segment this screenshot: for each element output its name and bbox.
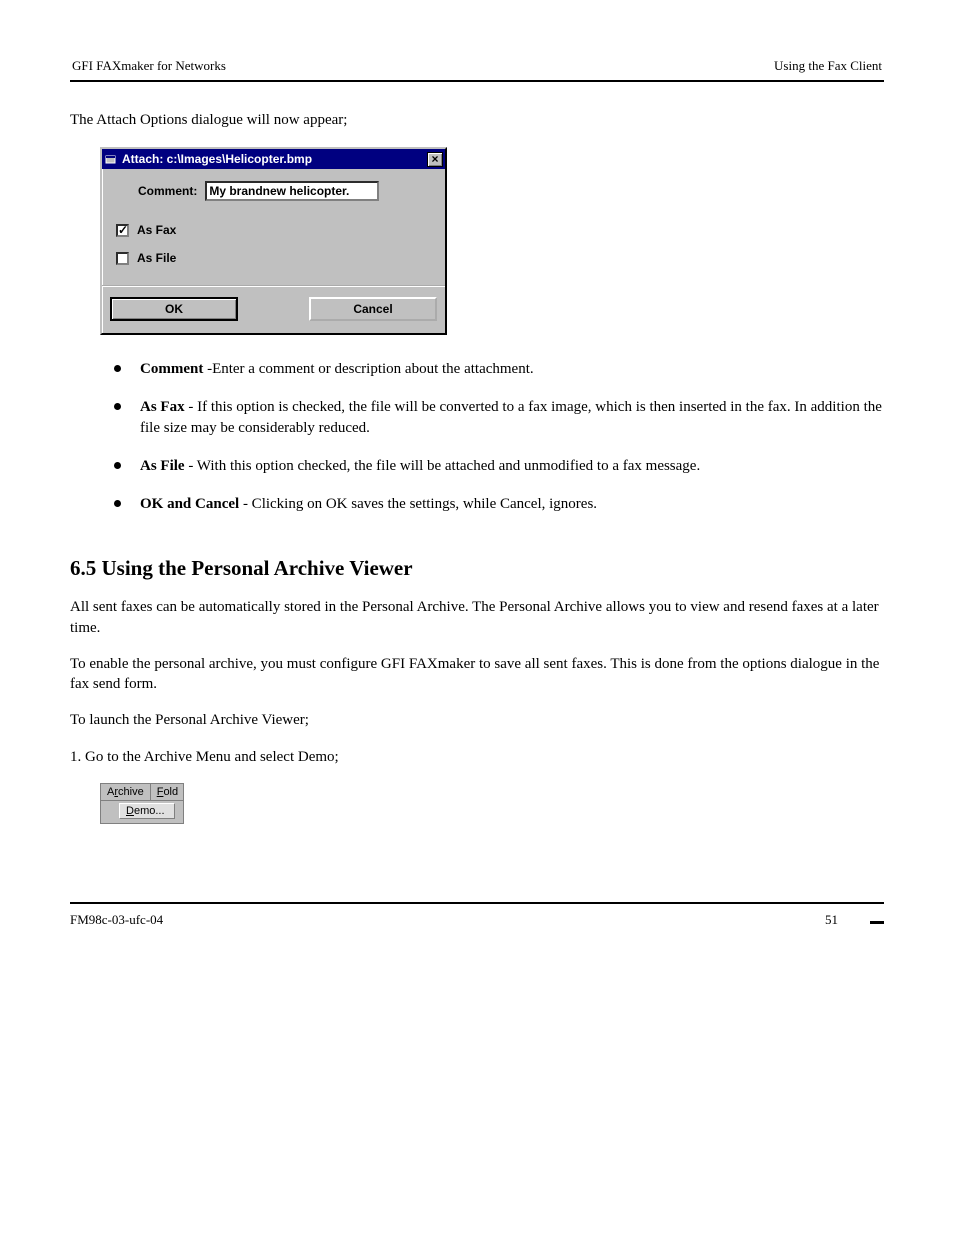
- option-text: - If this option is checked, the file wi…: [140, 399, 882, 435]
- menu-text: old: [163, 786, 178, 798]
- comment-label: Comment:: [138, 184, 197, 198]
- section-paragraph: To launch the Personal Archive Viewer;: [70, 710, 884, 730]
- dialog-buttons: OK Cancel: [102, 285, 445, 333]
- attach-dialog: Attach: c:\Images\Helicopter.bmp × Comme…: [100, 147, 447, 335]
- option-text: - Clicking on OK saves the settings, whi…: [239, 496, 597, 512]
- option-label: OK and Cancel: [140, 496, 239, 512]
- header-left: GFI FAXmaker for Networks: [72, 58, 226, 74]
- option-text: - With this option checked, the file wil…: [185, 458, 701, 474]
- menu-text: emo...: [134, 805, 165, 817]
- as-fax-checkbox[interactable]: [116, 224, 129, 237]
- menu-text: chive: [118, 786, 144, 798]
- as-file-checkbox[interactable]: [116, 252, 129, 265]
- as-file-row[interactable]: As File: [116, 251, 431, 265]
- section-title: Using the Personal Archive Viewer: [96, 556, 412, 580]
- as-fax-row[interactable]: As Fax: [116, 223, 431, 237]
- menu-fold[interactable]: Fold: [150, 784, 184, 800]
- window-icon: [104, 152, 118, 166]
- page-header: GFI FAXmaker for Networks Using the Fax …: [70, 58, 884, 80]
- dialog-body: Comment: As Fax As File: [102, 169, 445, 285]
- page: GFI FAXmaker for Networks Using the Fax …: [0, 0, 954, 968]
- section-paragraph: All sent faxes can be automatically stor…: [70, 597, 884, 638]
- section-step: 1. Go to the Archive Menu and select Dem…: [70, 747, 884, 767]
- close-icon[interactable]: ×: [427, 152, 443, 167]
- menu-accel: D: [126, 805, 134, 817]
- ok-button[interactable]: OK: [110, 297, 238, 321]
- list-item: As File - With this option checked, the …: [114, 456, 884, 476]
- dialog-titlebar[interactable]: Attach: c:\Images\Helicopter.bmp ×: [102, 149, 445, 169]
- page-footer: FM98c-03-ufc-04 51: [70, 904, 884, 928]
- comment-row: Comment:: [116, 181, 431, 201]
- as-fax-label: As Fax: [137, 223, 176, 237]
- page-content: The Attach Options dialogue will now app…: [70, 82, 884, 902]
- archive-menu: Archive Fold Demo...: [100, 783, 184, 824]
- section-number: 6.5: [70, 556, 96, 580]
- option-label: Comment: [140, 361, 203, 377]
- dialog-title: Attach: c:\Images\Helicopter.bmp: [122, 152, 427, 166]
- section-paragraph: To enable the personal archive, you must…: [70, 654, 884, 695]
- section-heading: 6.5 Using the Personal Archive Viewer: [70, 556, 884, 581]
- list-item: Comment -Enter a comment or description …: [114, 359, 884, 379]
- menu-bar: Archive Fold: [101, 784, 183, 801]
- menu-item-demo[interactable]: Demo...: [119, 803, 175, 819]
- option-label: As Fax: [140, 399, 185, 415]
- as-file-label: As File: [137, 251, 176, 265]
- header-right: Using the Fax Client: [774, 58, 882, 74]
- intro-text: The Attach Options dialogue will now app…: [70, 112, 884, 129]
- footer-left: FM98c-03-ufc-04: [70, 912, 825, 928]
- menu-archive[interactable]: Archive: [101, 784, 150, 800]
- option-text: -Enter a comment or description about th…: [203, 361, 533, 377]
- comment-input[interactable]: [205, 181, 379, 201]
- option-label: As File: [140, 458, 185, 474]
- footer-mark: [870, 921, 884, 924]
- options-list: Comment -Enter a comment or description …: [114, 359, 884, 514]
- cancel-button[interactable]: Cancel: [309, 297, 437, 321]
- list-item: OK and Cancel - Clicking on OK saves the…: [114, 494, 884, 514]
- list-item: As Fax - If this option is checked, the …: [114, 397, 884, 438]
- footer-page-number: 51: [825, 912, 838, 928]
